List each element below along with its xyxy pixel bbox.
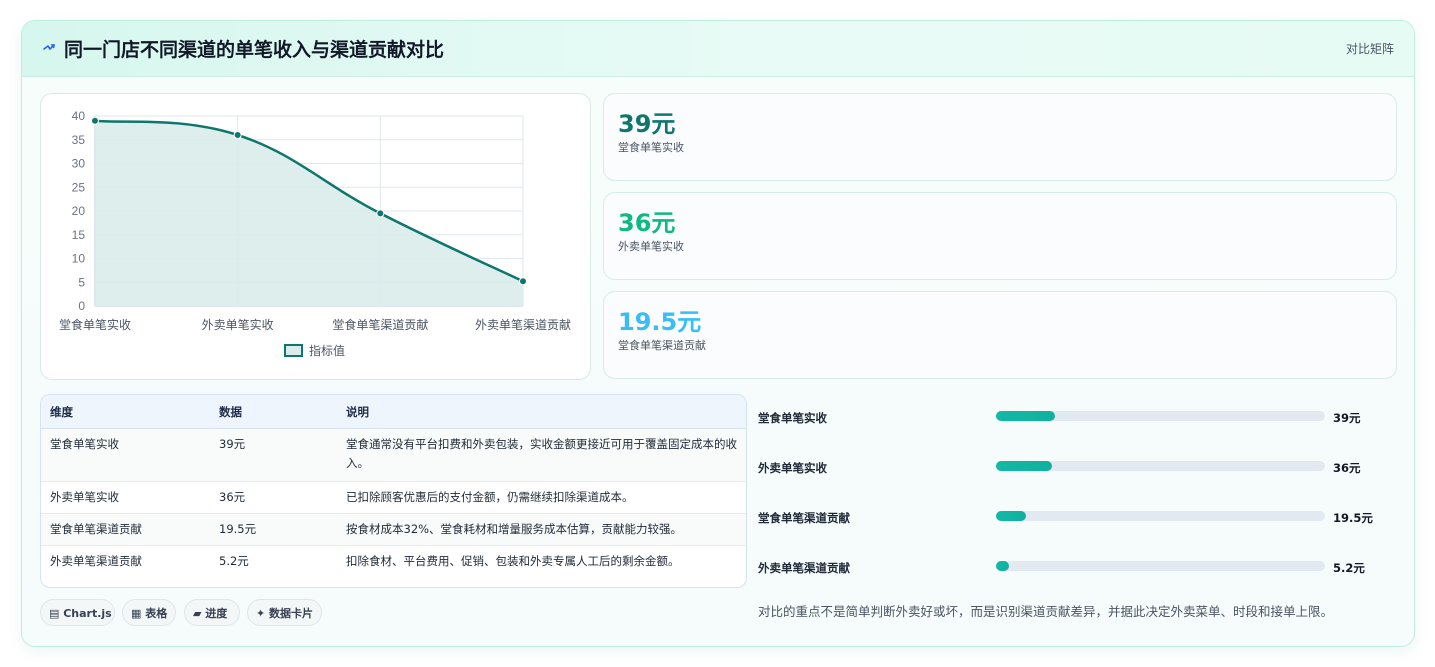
y-tick-label: 5 xyxy=(78,275,85,289)
progress-value: 5.2元 xyxy=(1333,561,1365,575)
table-header-row: 维度 数据 说明 xyxy=(41,395,746,429)
data-point xyxy=(91,116,99,125)
y-tick-label: 40 xyxy=(72,109,86,123)
column-header: 说明 xyxy=(337,395,746,429)
progress-track xyxy=(996,411,1325,421)
progress-track xyxy=(996,561,1325,571)
data-point xyxy=(233,131,242,139)
progress-row: 堂食单笔渠道贡献 19.5元 xyxy=(758,494,1398,544)
lightning-icon xyxy=(43,44,55,50)
progress-fill xyxy=(996,461,1052,471)
table-cell: 5.2元 xyxy=(219,554,249,568)
progress-bars: 堂食单笔实收 39元 外卖单笔实收 36元 堂食单笔渠道贡献 19.5元 外卖单… xyxy=(758,394,1398,594)
table-row: 外卖单笔实收 36元 已扣除顾客优惠后的支付金额，仍需继续扣除渠道成本。 xyxy=(41,481,746,514)
progress-row: 堂食单笔实收 39元 xyxy=(758,394,1398,444)
table-cell: 19.5元 xyxy=(210,513,337,546)
progress-label: 外卖单笔渠道贡献 xyxy=(758,561,850,575)
progress-value: 39元 xyxy=(1333,411,1361,425)
tag-data-card[interactable]: ✦ 数据卡片 xyxy=(247,599,322,626)
line-chart-panel: 0 5 10 15 20 25 30 35 40 堂食单笔实收 外卖单笔实收 堂食单笔渠道贡献 外卖单笔… xyxy=(40,93,591,380)
column-header: 维度 xyxy=(41,395,210,429)
legend-label: 指标值 xyxy=(309,343,345,358)
progress-value: 36元 xyxy=(1333,461,1361,475)
table-cell: 已扣除顾客优惠后的支付金额，仍需继续扣除渠道成本。 xyxy=(337,481,746,514)
stat-card-dine-in-contribution: 19.5元 堂食单笔渠道贡献 xyxy=(603,291,1397,379)
data-point xyxy=(519,277,527,286)
table-cell: 36元 xyxy=(210,481,337,514)
table-cell: 堂食通常没有平台扣费和外卖包装，实收金额更接近可用于覆盖固定成本的收入。 xyxy=(337,428,746,482)
x-tick-label: 堂食单笔实收 xyxy=(59,317,131,332)
column-header: 数据 xyxy=(210,395,337,429)
series-area xyxy=(95,120,523,306)
progress-label: 堂食单笔渠道贡献 xyxy=(758,511,850,525)
y-tick-label: 10 xyxy=(72,252,86,266)
x-tick-label: 外卖单笔实收 xyxy=(202,317,274,332)
stat-label: 堂食单笔渠道贡献 xyxy=(618,339,706,352)
progress-track xyxy=(996,511,1325,521)
progress-track xyxy=(996,461,1325,471)
stat-card-delivery-revenue: 36元 外卖单笔实收 xyxy=(603,192,1397,280)
data-point xyxy=(376,209,385,218)
y-tick-label: 30 xyxy=(72,157,86,171)
table-row: 堂食单笔实收 39元 堂食通常没有平台扣费和外卖包装，实收金额更接近可用于覆盖固… xyxy=(41,428,746,482)
table-cell: 外卖单笔渠道贡献 xyxy=(50,554,142,568)
y-tick-label: 25 xyxy=(72,180,86,194)
dashboard-card: 同一门店不同渠道的单笔收入与渠道贡献对比 对比矩阵 0 5 10 15 20 25 30 35… xyxy=(21,20,1415,647)
page-title: 同一门店不同渠道的单笔收入与渠道贡献对比 xyxy=(64,39,445,61)
stat-value: 19.5元 xyxy=(618,308,702,336)
legend-swatch xyxy=(284,344,303,357)
progress-row: 外卖单笔渠道贡献 5.2元 xyxy=(758,544,1398,594)
table-cell: 外卖单笔实收 xyxy=(41,481,210,514)
table-cell: 堂食单笔实收 xyxy=(41,428,210,482)
progress-label: 堂食单笔实收 xyxy=(758,411,827,425)
table-row: 外卖单笔渠道贡献 5.2元 扣除食材、平台费用、促销、包装和外卖专属人工后的剩余… xyxy=(41,546,746,578)
progress-row: 外卖单笔实收 36元 xyxy=(758,444,1398,494)
table-row: 堂食单笔渠道贡献 19.5元 按食材成本32%、堂食耗材和增量服务成本估算，贡献… xyxy=(41,513,746,546)
comparison-matrix-label: 对比矩阵 xyxy=(1345,42,1394,56)
tag-chartjs[interactable]: ▤ Chart.js xyxy=(40,599,115,626)
x-tick-label: 外卖单笔渠道贡献 xyxy=(475,317,571,332)
stat-card-dine-in-revenue: 39元 堂食单笔实收 xyxy=(603,93,1397,181)
table-cell: 39元 xyxy=(210,428,337,482)
progress-fill xyxy=(996,561,1010,571)
card-header: 同一门店不同渠道的单笔收入与渠道贡献对比 对比矩阵 xyxy=(22,21,1414,77)
table-cell: 按食材成本32%、堂食耗材和增量服务成本估算，贡献能力较强。 xyxy=(337,513,746,546)
progress-fill xyxy=(996,511,1026,521)
y-tick-label: 35 xyxy=(72,133,86,147)
progress-value: 19.5元 xyxy=(1333,511,1373,525)
tag-table[interactable]: ▦ 表格 xyxy=(122,599,176,626)
table-cell: 堂食单笔渠道贡献 xyxy=(41,513,210,546)
line-chart: 0 5 10 15 20 25 30 35 40 堂食单笔实收 外卖单笔实收 堂食单笔渠道贡献 外卖单笔… xyxy=(59,109,571,358)
progress-fill xyxy=(996,411,1056,421)
stat-value: 39元 xyxy=(618,110,676,138)
stat-label: 外卖单笔实收 xyxy=(618,240,684,253)
y-tick-label: 0 xyxy=(78,299,85,313)
summary-note: 对比的重点不是简单判断外卖好或坏，而是识别渠道贡献差异，并据此决定外卖菜单、时段… xyxy=(758,604,1334,619)
stat-value: 36元 xyxy=(618,209,676,237)
y-tick-label: 20 xyxy=(72,204,86,218)
x-tick-label: 堂食单笔渠道贡献 xyxy=(332,317,428,332)
progress-label: 外卖单笔实收 xyxy=(758,461,827,475)
comparison-table: 维度 数据 说明 堂食单笔实收 39元 堂食通常没有平台扣费和外卖包装，实收金额… xyxy=(40,394,747,588)
y-tick-label: 15 xyxy=(72,228,86,242)
table-cell: 扣除食材、平台费用、促销、包装和外卖专属人工后的剩余金额。 xyxy=(346,554,680,568)
stat-label: 堂食单笔实收 xyxy=(618,141,684,154)
tag-progress[interactable]: ▰ 进度 xyxy=(184,599,240,626)
